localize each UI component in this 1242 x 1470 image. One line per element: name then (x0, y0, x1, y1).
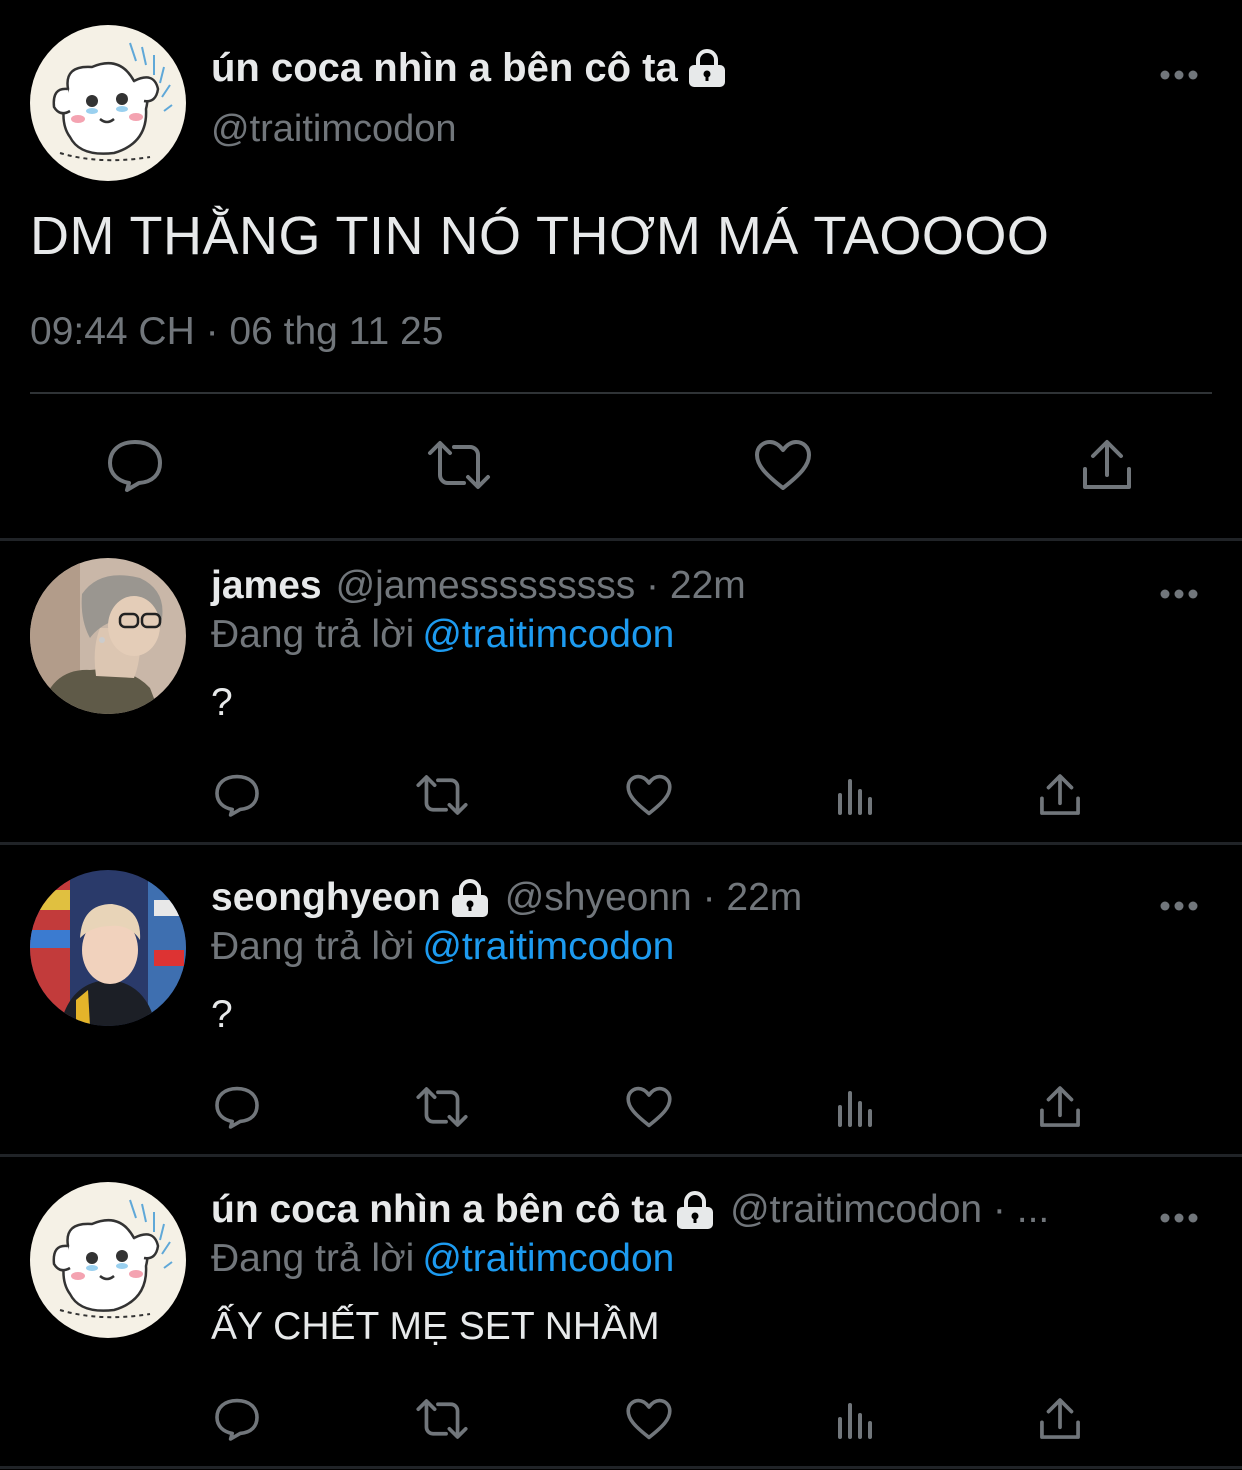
divider (30, 392, 1212, 394)
reply-meta: james @jamesssssssss · 22m (211, 561, 746, 611)
mention-link[interactable]: @traitimcodon (422, 925, 674, 968)
main-tweet: ún coca nhìn a bên cô ta @traitimcodon D… (0, 0, 1242, 538)
avatar[interactable] (30, 25, 186, 181)
author-handle[interactable]: @jamesssssssss · 22m (336, 564, 746, 608)
like-button[interactable] (623, 1393, 675, 1445)
tweet-text: ? (211, 993, 233, 1036)
divider (0, 842, 1242, 845)
mention-link[interactable]: @traitimcodon (422, 1237, 674, 1280)
retweet-button[interactable] (416, 769, 468, 821)
like-icon (753, 438, 813, 492)
tweet-text: DM THẰNG TIN NÓ THƠM MÁ TAOOOO (30, 206, 1050, 266)
author-name[interactable]: james (211, 564, 322, 608)
views-icon (834, 773, 878, 817)
like-icon (625, 773, 673, 817)
like-icon (625, 1397, 673, 1441)
reply-tweet[interactable]: james @jamesssssssss · 22m Đang trả lời @… (0, 541, 1242, 849)
reply-meta: seonghyeon @shyeonn · 22m (211, 873, 802, 923)
share-icon (1079, 437, 1135, 493)
replying-to: Đang trả lời @traitimcodon (211, 1237, 674, 1281)
views-icon (834, 1397, 878, 1441)
share-button[interactable] (1034, 1393, 1086, 1445)
replying-to-label: Đang trả lời (211, 1237, 415, 1280)
avatar[interactable] (30, 870, 186, 1026)
author-name[interactable]: seonghyeon (211, 876, 441, 920)
author-name[interactable]: ún coca nhìn a bên cô ta (211, 46, 678, 91)
reply-icon (213, 1084, 261, 1130)
avatar[interactable] (30, 1182, 186, 1338)
author-handle[interactable]: @traitimcodon · ... (730, 1188, 1049, 1232)
share-button[interactable] (1034, 1081, 1086, 1133)
tweet-timestamp[interactable]: 09:44 CH · 06 thg 11 25 (30, 310, 443, 354)
reply-button[interactable] (104, 434, 166, 496)
avatar[interactable] (30, 558, 186, 714)
lock-icon (449, 878, 491, 918)
share-icon (1037, 1396, 1083, 1442)
divider (0, 1154, 1242, 1157)
views-icon (834, 1085, 878, 1129)
reply-meta: ún coca nhìn a bên cô ta @traitimcodon ·… (211, 1185, 1049, 1235)
author-handle[interactable]: @shyeonn · 22m (505, 876, 803, 920)
author-handle[interactable]: @traitimcodon (211, 108, 457, 151)
retweet-button[interactable] (428, 434, 490, 496)
replying-to: Đang trả lời @traitimcodon (211, 613, 674, 657)
more-icon[interactable] (1158, 889, 1200, 923)
reply-button[interactable] (211, 769, 263, 821)
lock-icon (674, 1190, 716, 1230)
reply-tweet[interactable]: ún coca nhìn a bên cô ta @traitimcodon ·… (0, 1165, 1242, 1470)
tweet-thread-page: ún coca nhìn a bên cô ta @traitimcodon D… (0, 0, 1242, 1470)
retweet-icon (415, 772, 469, 818)
replying-to-label: Đang trả lời (211, 613, 415, 656)
retweet-icon (415, 1396, 469, 1442)
like-icon (625, 1085, 673, 1129)
share-icon (1037, 772, 1083, 818)
retweet-icon (426, 437, 492, 493)
reply-button[interactable] (211, 1393, 263, 1445)
like-button[interactable] (623, 1081, 675, 1133)
author-name[interactable]: ún coca nhìn a bên cô ta (211, 1188, 666, 1232)
retweet-button[interactable] (416, 1393, 468, 1445)
reply-icon (105, 437, 165, 493)
retweet-icon (415, 1084, 469, 1130)
mention-link[interactable]: @traitimcodon (422, 613, 674, 656)
tweet-text: ? (211, 681, 233, 724)
reply-icon (213, 1396, 261, 1442)
share-button[interactable] (1076, 434, 1138, 496)
views-button[interactable] (830, 1081, 882, 1133)
share-button[interactable] (1034, 769, 1086, 821)
views-button[interactable] (830, 1393, 882, 1445)
tweet-text: ẤY CHẾT MẸ SET NHẦM (211, 1305, 660, 1348)
like-button[interactable] (752, 434, 814, 496)
reply-icon (213, 772, 261, 818)
author-row: ún coca nhìn a bên cô ta (211, 42, 728, 94)
views-button[interactable] (830, 769, 882, 821)
more-icon[interactable] (1158, 577, 1200, 611)
reply-tweet[interactable]: seonghyeon @shyeonn · 22m Đang trả lời @t… (0, 853, 1242, 1161)
lock-icon (686, 48, 728, 88)
more-icon[interactable] (1158, 58, 1200, 92)
divider (0, 1466, 1242, 1469)
replying-to: Đang trả lời @traitimcodon (211, 925, 674, 969)
replying-to-label: Đang trả lời (211, 925, 415, 968)
like-button[interactable] (623, 769, 675, 821)
reply-button[interactable] (211, 1081, 263, 1133)
more-icon[interactable] (1158, 1201, 1200, 1235)
retweet-button[interactable] (416, 1081, 468, 1133)
share-icon (1037, 1084, 1083, 1130)
